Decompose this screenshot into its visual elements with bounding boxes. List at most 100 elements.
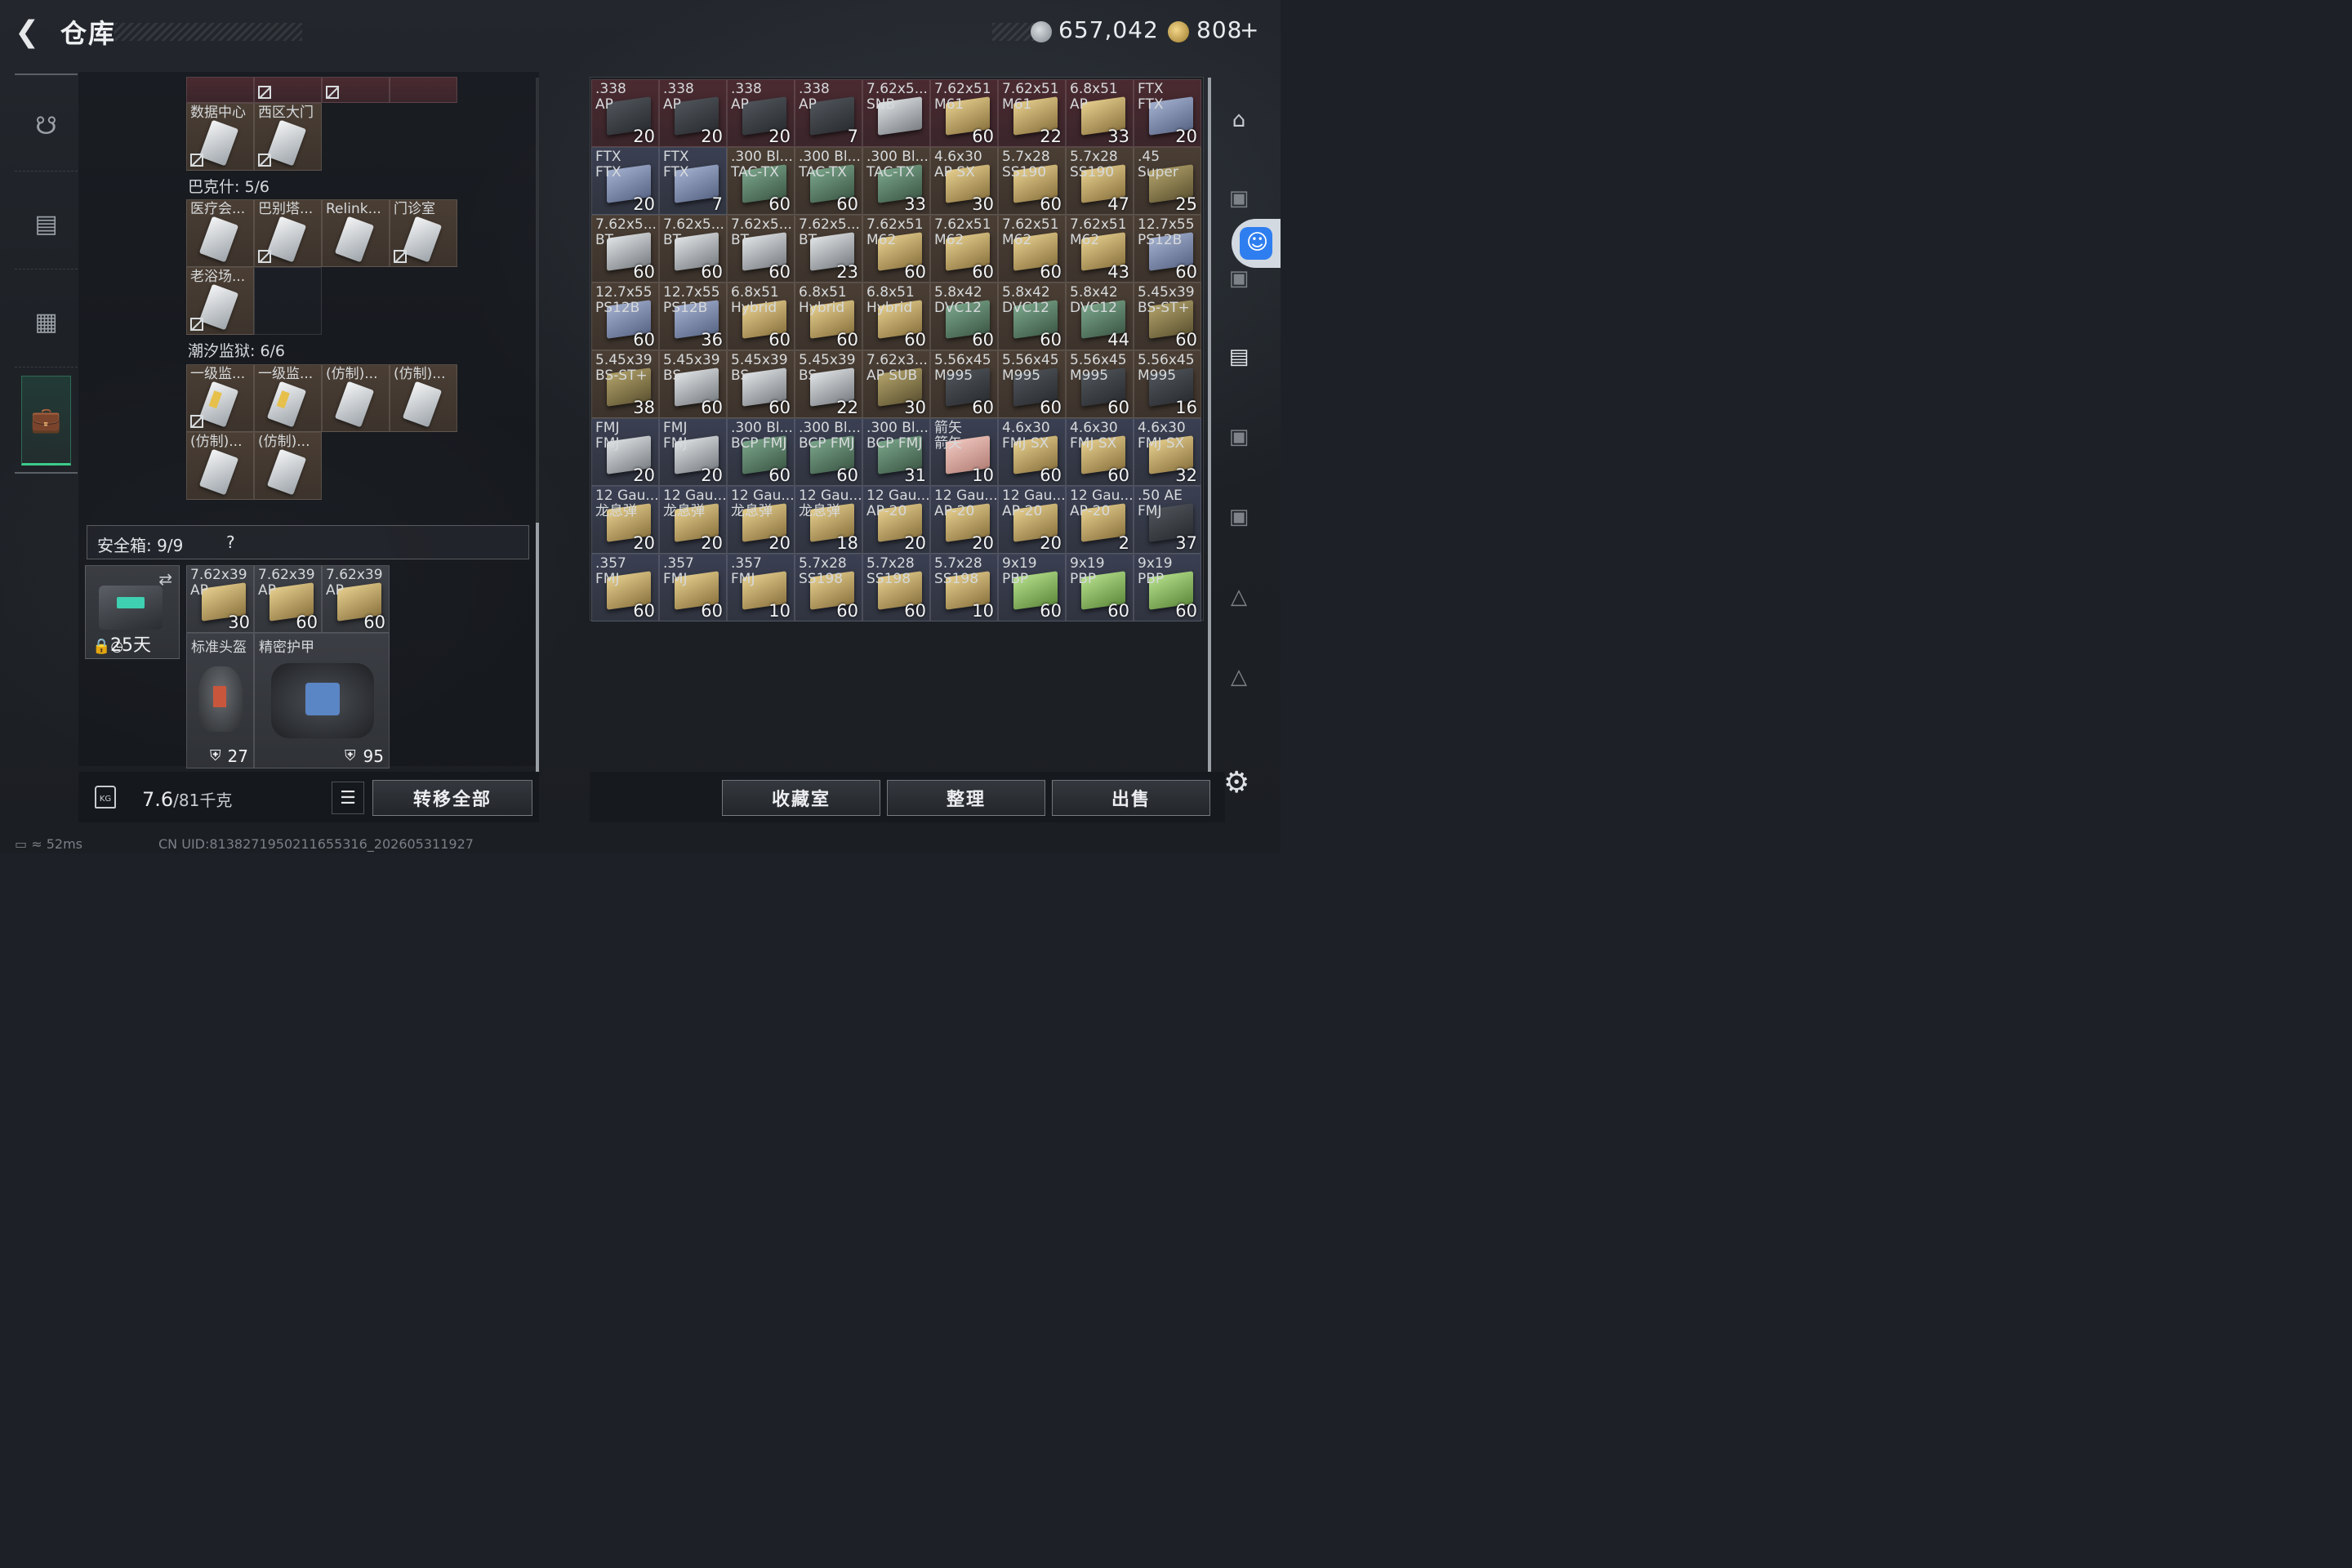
ammo-item[interactable]: 7.62x5... BT 60 (727, 215, 795, 283)
empty-slot[interactable] (254, 267, 322, 335)
filter-tab-1[interactable]: ▣ (1218, 178, 1259, 219)
ammo-item[interactable]: .300 Bl... BCP FMJ 60 (727, 418, 795, 486)
storage-tab[interactable]: ⌂ (1218, 100, 1259, 140)
ammo-item[interactable]: 12 Gau... AP-20 20 (862, 486, 930, 554)
ammo-item[interactable]: 7.62x39 AP 60 (322, 565, 390, 633)
ammo-item[interactable]: 7.62x51 M62 43 (1066, 215, 1134, 283)
ammo-item[interactable]: 7.62x5... BT 23 (795, 215, 862, 283)
armor-item[interactable]: 精密护甲 ⛨ 95 (254, 633, 390, 768)
key-slot-partial[interactable] (254, 77, 322, 103)
ammo-item[interactable]: 7.62x51 M62 60 (998, 215, 1066, 283)
ammo-item[interactable]: 5.7x28 SS198 60 (795, 554, 862, 621)
collection-room-button[interactable]: 收藏室 (722, 780, 880, 816)
ammo-item[interactable]: 4.6x30 FMJ SX 60 (1066, 418, 1134, 486)
ammo-item[interactable]: FTX FTX 7 (659, 147, 727, 215)
safebox-container[interactable]: ⇄ 🔒◷ 25天 (85, 565, 180, 659)
ammo-item[interactable]: 7.62x51 M61 60 (930, 79, 998, 147)
key-card-item[interactable]: (仿制)... (254, 432, 322, 500)
ammo-item[interactable]: 5.7x28 SS198 60 (862, 554, 930, 621)
ammo-item[interactable]: 9x19 PBP 60 (1134, 554, 1201, 621)
ammo-item[interactable]: 7.62x5... SNB (862, 79, 930, 147)
key-card-item[interactable]: 一级监... (254, 364, 322, 432)
ammo-item[interactable]: .357 FMJ 10 (727, 554, 795, 621)
ammo-item[interactable]: .338 AP 20 (727, 79, 795, 147)
sell-button[interactable]: 出售 (1052, 780, 1210, 816)
ammo-item[interactable]: 12 Gau... AP-20 2 (1066, 486, 1134, 554)
ammo-item[interactable]: 12 Gau... 龙息弹 20 (659, 486, 727, 554)
ammo-item[interactable]: 5.8x42 DVC12 60 (930, 283, 998, 350)
ammo-item[interactable]: 5.8x42 DVC12 60 (998, 283, 1066, 350)
key-card-item[interactable]: 老浴场... (186, 267, 254, 335)
ammo-item[interactable]: 9x19 PBP 60 (1066, 554, 1134, 621)
back-arrow-icon[interactable]: ❮ (15, 16, 47, 49)
key-card-item[interactable]: (仿制)... (322, 364, 390, 432)
safebox-header[interactable]: 安全箱: 9/9 ? (87, 525, 529, 559)
ammo-item[interactable]: 12 Gau... AP-20 20 (998, 486, 1066, 554)
ammo-item[interactable]: .357 FMJ 60 (659, 554, 727, 621)
add-gold-button[interactable]: + (1240, 16, 1259, 43)
key-card-item[interactable]: 医疗会... (186, 199, 254, 267)
case-tab[interactable]: 💼 (21, 376, 71, 466)
helmet-item[interactable]: 标准头盔 ⛨ 27 (186, 633, 254, 768)
key-slot-partial[interactable] (186, 77, 254, 103)
weapon-tab[interactable]: ☋ (15, 82, 78, 172)
ammo-item[interactable]: 12 Gau... 龙息弹 20 (591, 486, 659, 554)
transfer-all-button[interactable]: 转移全部 (372, 780, 532, 816)
ammo-item[interactable]: 7.62x5... BT 60 (591, 215, 659, 283)
ammo-item[interactable]: 5.45x39 BS-ST+ 38 (591, 350, 659, 418)
ammo-item[interactable]: .338 AP 20 (659, 79, 727, 147)
gear-icon[interactable]: ⚙ (1223, 768, 1254, 799)
ammo-item[interactable]: 5.45x39 BS 22 (795, 350, 862, 418)
ammo-item[interactable]: 5.56x45 M995 60 (930, 350, 998, 418)
ammo-item[interactable]: 12 Gau... 龙息弹 18 (795, 486, 862, 554)
ammo-item[interactable]: FTX FTX 20 (591, 147, 659, 215)
backpack-tab[interactable]: ▤ (15, 180, 78, 270)
ammo-item[interactable]: .300 Bl... TAC-TX 60 (795, 147, 862, 215)
key-card-item[interactable]: 数据中心 (186, 103, 254, 171)
key-card-item[interactable]: 巴别塔... (254, 199, 322, 267)
ammo-item[interactable]: 6.8x51 Hybrid 60 (727, 283, 795, 350)
ammo-item[interactable]: 5.56x45 M995 60 (1066, 350, 1134, 418)
ammo-item[interactable]: .300 Bl... BCP FMJ 60 (795, 418, 862, 486)
key-card-item[interactable]: (仿制)... (186, 432, 254, 500)
ammo-item[interactable]: 7.62x3... AP SUB 30 (862, 350, 930, 418)
ammo-item[interactable]: 12.7x55 PS12B 60 (591, 283, 659, 350)
ammo-item[interactable]: 7.62x5... BT 60 (659, 215, 727, 283)
filter-tab-6[interactable]: △ (1218, 577, 1259, 617)
ammo-item[interactable]: 5.56x45 M995 60 (998, 350, 1066, 418)
ammo-item[interactable]: 9x19 PBP 60 (998, 554, 1066, 621)
key-card-item[interactable]: Relink... (322, 199, 390, 267)
filter-tab-4[interactable]: ▣ (1218, 416, 1259, 457)
left-scrollbar[interactable] (536, 78, 539, 772)
ammo-item[interactable]: 4.6x30 FMJ SX 60 (998, 418, 1066, 486)
ammo-item[interactable]: 12.7x55 PS12B 36 (659, 283, 727, 350)
ammo-item[interactable]: 5.7x28 SS190 60 (998, 147, 1066, 215)
ammo-item[interactable]: .338 AP 7 (795, 79, 862, 147)
ammo-item[interactable]: 7.62x39 AP 30 (186, 565, 254, 633)
key-card-item[interactable]: (仿制)... (390, 364, 457, 432)
ammo-item[interactable]: .300 Bl... TAC-TX 60 (727, 147, 795, 215)
ammo-item[interactable]: 12 Gau... AP-20 20 (930, 486, 998, 554)
ammo-item[interactable]: 7.62x51 M62 60 (862, 215, 930, 283)
ammo-item[interactable]: 5.7x28 SS198 10 (930, 554, 998, 621)
ammo-item[interactable]: 4.6x30 FMJ SX 32 (1134, 418, 1201, 486)
ammo-item[interactable]: 5.45x39 BS 60 (727, 350, 795, 418)
ammo-item[interactable]: .338 AP 20 (591, 79, 659, 147)
vest-tab[interactable]: ▦ (15, 278, 78, 368)
ammo-item[interactable]: 6.8x51 Hybrid 60 (795, 283, 862, 350)
right-scrollbar[interactable] (1208, 78, 1211, 772)
ammo-item[interactable]: 5.8x42 DVC12 44 (1066, 283, 1134, 350)
ammo-item[interactable]: .300 Bl... TAC-TX 33 (862, 147, 930, 215)
accessibility-button[interactable]: ☺ (1232, 219, 1281, 268)
filter-tab-7[interactable]: △ (1218, 657, 1259, 697)
key-card-item[interactable]: 门诊室 (390, 199, 457, 267)
ammo-item[interactable]: 7.62x51 M62 60 (930, 215, 998, 283)
left-scrollbar-thumb[interactable] (536, 523, 539, 772)
key-slot-partial[interactable] (322, 77, 390, 103)
ammo-item[interactable]: 6.8x51 Hybrid 60 (862, 283, 930, 350)
key-slot-partial[interactable] (390, 77, 457, 103)
filter-tab-5[interactable]: ▣ (1218, 497, 1259, 537)
ammo-item[interactable]: 5.56x45 M995 16 (1134, 350, 1201, 418)
ammo-item[interactable]: 12.7x55 PS12B 60 (1134, 215, 1201, 283)
ammo-item[interactable]: FMJ FMJ 20 (659, 418, 727, 486)
